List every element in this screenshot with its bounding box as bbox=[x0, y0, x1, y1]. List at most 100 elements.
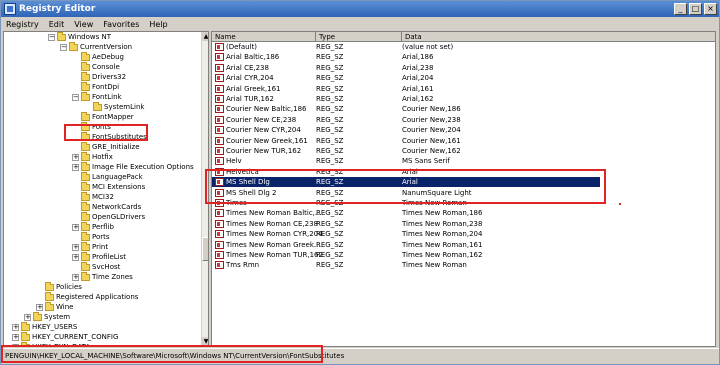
expand-icon[interactable]: + bbox=[72, 163, 79, 171]
list-row[interactable]: Courier New CE,238 REG_SZ Courier New,238 bbox=[212, 115, 715, 125]
value-name-cell: Arial Greek,161 bbox=[215, 84, 280, 94]
value-type: REG_SZ bbox=[316, 84, 344, 93]
tree-item[interactable]: Registered Applications bbox=[36, 291, 138, 302]
value-type: REG_SZ bbox=[316, 219, 344, 228]
collapse-icon[interactable]: − bbox=[72, 93, 79, 101]
tree-item[interactable]: Drivers32 bbox=[72, 71, 126, 82]
tree-item[interactable]: Ports bbox=[72, 231, 110, 242]
tree-item[interactable]: OpenGLDrivers bbox=[72, 211, 145, 222]
list-row[interactable]: Times New Roman CYR,204 REG_SZ Times New R… bbox=[212, 229, 715, 239]
expand-icon[interactable]: + bbox=[72, 273, 79, 281]
list-row[interactable]: Arial Baltic,186 REG_SZ Arial,186 bbox=[212, 52, 715, 62]
collapse-icon[interactable]: − bbox=[60, 43, 67, 51]
tree-item[interactable]: SystemLink bbox=[84, 101, 144, 112]
tree-item[interactable]: + System bbox=[24, 311, 70, 322]
menu-registry[interactable]: Registry bbox=[1, 20, 44, 29]
list-row[interactable]: Arial CYR,204 REG_SZ Arial,204 bbox=[212, 73, 715, 83]
reg-sz-icon bbox=[215, 219, 224, 228]
list-row[interactable]: Arial CE,238 REG_SZ Arial,238 bbox=[212, 63, 715, 73]
title-bar[interactable]: Registry Editor _ □ × bbox=[1, 1, 719, 17]
list-row[interactable]: Helv REG_SZ MS Sans Serif bbox=[212, 156, 715, 166]
column-header-data[interactable]: Data bbox=[402, 32, 715, 42]
list-row[interactable]: Times New Roman CE,238 REG_SZ Times New Ro… bbox=[212, 219, 715, 229]
list-row[interactable]: Times New Roman Greek... REG_SZ Times New … bbox=[212, 240, 715, 250]
tree-item[interactable]: Console bbox=[72, 61, 120, 72]
value-name-cell: Times New Roman Baltic,... bbox=[215, 208, 322, 218]
tree-item-label: LanguagePack bbox=[92, 173, 143, 181]
tree-item[interactable]: + Wine bbox=[36, 301, 73, 312]
folder-icon bbox=[45, 281, 54, 291]
expand-icon[interactable]: + bbox=[72, 223, 79, 231]
value-name: Courier New TUR,162 bbox=[226, 147, 302, 155]
minimize-button[interactable]: _ bbox=[674, 3, 687, 15]
list-row[interactable]: Arial Greek,161 REG_SZ Arial,161 bbox=[212, 84, 715, 94]
tree-item[interactable]: LanguagePack bbox=[72, 171, 143, 182]
list-row[interactable]: (Default) REG_SZ (value not set) bbox=[212, 42, 715, 52]
folder-icon bbox=[93, 101, 102, 111]
tree-item[interactable]: MCI Extensions bbox=[72, 181, 145, 192]
tree-item[interactable]: − CurrentVersion bbox=[60, 41, 132, 52]
tree-item[interactable]: + HKEY_CURRENT_CONFIG bbox=[12, 331, 118, 342]
tree-item[interactable]: SvcHost bbox=[72, 261, 120, 272]
value-data: Times New Roman,186 bbox=[402, 209, 483, 218]
menu-view[interactable]: View bbox=[69, 20, 98, 29]
value-name: Times New Roman TUR,162 bbox=[226, 251, 323, 259]
value-name-cell: Arial CYR,204 bbox=[215, 73, 274, 83]
expand-icon[interactable]: + bbox=[72, 253, 79, 261]
list-row[interactable]: Tms Rmn REG_SZ Times New Roman bbox=[212, 260, 715, 270]
value-name: (Default) bbox=[226, 43, 258, 51]
menu-help[interactable]: Help bbox=[144, 20, 172, 29]
reg-sz-icon bbox=[215, 147, 224, 155]
value-name: Arial CE,238 bbox=[226, 63, 269, 72]
list-row[interactable]: Times New Roman Baltic,... REG_SZ Times Ne… bbox=[212, 208, 715, 218]
folder-icon bbox=[81, 261, 90, 271]
column-header-type[interactable]: Type bbox=[316, 32, 402, 42]
list-row[interactable]: Courier New CYR,204 REG_SZ Courier New,204 bbox=[212, 125, 715, 135]
expand-icon[interactable]: + bbox=[36, 303, 43, 311]
reg-sz-icon bbox=[215, 115, 224, 124]
highlight-box-statusbar bbox=[1, 345, 323, 363]
tree-item[interactable]: FontDpi bbox=[72, 81, 119, 92]
tree-item[interactable]: GRE_Initialize bbox=[72, 141, 140, 152]
tree-item[interactable]: + ProfileList bbox=[72, 251, 126, 262]
reg-sz-icon bbox=[215, 74, 224, 83]
close-button[interactable]: × bbox=[704, 3, 717, 15]
column-header-name[interactable]: Name bbox=[212, 32, 316, 42]
tree-item[interactable]: + Image File Execution Options bbox=[72, 161, 194, 172]
menu-edit[interactable]: Edit bbox=[44, 20, 70, 29]
tree-item[interactable]: + Time Zones bbox=[72, 271, 133, 282]
expand-icon[interactable]: + bbox=[12, 323, 19, 331]
tree-item[interactable]: Policies bbox=[36, 281, 82, 292]
tree-item[interactable]: − Windows NT bbox=[48, 32, 111, 42]
collapse-icon[interactable]: − bbox=[48, 33, 55, 41]
tree-item[interactable]: NetworkCards bbox=[72, 201, 141, 212]
tree-item[interactable]: FontMapper bbox=[72, 111, 134, 122]
list-row[interactable]: Times New Roman TUR,162 REG_SZ Times New R… bbox=[212, 250, 715, 260]
tree-item[interactable]: − FontLink bbox=[72, 91, 122, 102]
list-row[interactable]: Courier New Greek,161 REG_SZ Courier New,1… bbox=[212, 136, 715, 146]
scroll-thumb[interactable] bbox=[202, 237, 208, 261]
list-row[interactable]: Arial TUR,162 REG_SZ Arial,162 bbox=[212, 94, 715, 104]
expand-icon[interactable]: + bbox=[24, 313, 31, 321]
menu-favorites[interactable]: Favorites bbox=[98, 20, 144, 29]
folder-icon bbox=[81, 201, 90, 211]
tree-item[interactable]: AeDebug bbox=[72, 51, 124, 62]
tree-item[interactable]: + Print bbox=[72, 241, 108, 252]
maximize-button[interactable]: □ bbox=[689, 3, 702, 15]
tree-item[interactable]: MCI32 bbox=[72, 191, 114, 202]
expand-icon[interactable]: + bbox=[12, 333, 19, 341]
list-row[interactable]: Courier New Baltic,186 REG_SZ Courier New,… bbox=[212, 104, 715, 114]
list-row[interactable]: Courier New TUR,162 REG_SZ Courier New,162 bbox=[212, 146, 715, 156]
highlight-box-fontsubstitutes bbox=[64, 124, 148, 141]
scroll-up-arrow-icon[interactable]: ▲ bbox=[202, 32, 208, 41]
registry-editor-icon bbox=[4, 3, 16, 15]
expand-icon[interactable]: + bbox=[72, 243, 79, 251]
folder-icon bbox=[21, 331, 30, 341]
tree-item[interactable]: + HKEY_USERS bbox=[12, 321, 77, 332]
red-dot-mark bbox=[619, 203, 621, 205]
value-name-cell: Helv bbox=[215, 156, 242, 166]
tree-item[interactable]: + Hotfix bbox=[72, 151, 113, 162]
expand-icon[interactable]: + bbox=[72, 153, 79, 161]
registry-key-tree[interactable]: − Windows NT − CurrentVersion AeDebug Console… bbox=[3, 31, 209, 347]
tree-item[interactable]: + Perflib bbox=[72, 221, 114, 232]
